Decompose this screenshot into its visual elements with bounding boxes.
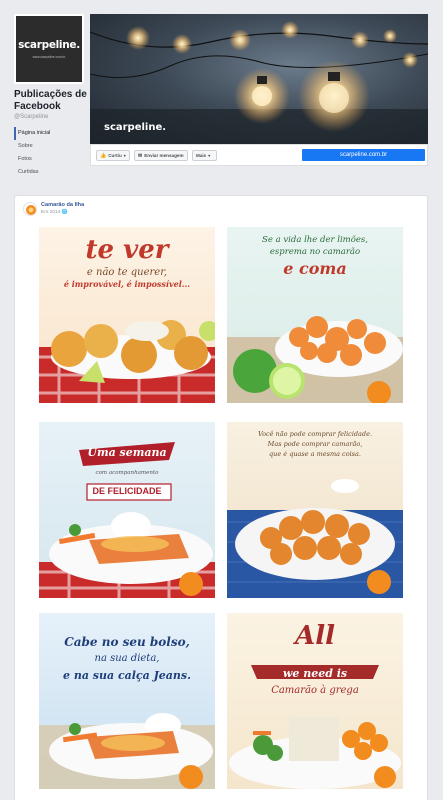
messenger-icon: ✉ <box>138 152 143 159</box>
photo-tile-felicidade[interactable]: Você não pode comprar felicidade. Mas po… <box>227 422 403 598</box>
tile-headline: Se a vida lhe der limões, <box>262 235 368 245</box>
tile-subline: e não te querer, <box>86 267 168 278</box>
tile-tagline: Camarão à grega <box>271 685 359 696</box>
tile-subline: na sua dieta, <box>94 653 160 664</box>
like-button-label: Curtiu <box>108 153 122 158</box>
more-button[interactable]: Mais ▾ <box>192 150 217 161</box>
side-nav-item-about[interactable]: Sobre <box>14 140 86 153</box>
tile-headline: Uma semana <box>87 446 167 459</box>
photo-tile-all-we-need[interactable]: All we need is Camarão à grega <box>227 613 403 789</box>
post-time-text: Em 2014 <box>41 210 61 215</box>
chevron-down-icon: ▾ <box>123 153 126 158</box>
tile-headline: Você não pode comprar felicidade. <box>257 430 373 438</box>
chevron-down-icon: ▾ <box>208 153 211 158</box>
like-button[interactable]: 👍 Curtiu ▾ <box>96 150 130 161</box>
post-author-avatar[interactable] <box>23 202 37 216</box>
tile-headline: te ver <box>85 235 169 265</box>
cover-photo[interactable]: scarpeline. <box>90 14 428 144</box>
globe-icon: 🌐 <box>61 210 68 215</box>
page-handle[interactable]: @Scarpeline <box>14 114 48 120</box>
shrimp-logo-icon <box>26 205 36 215</box>
photo-tile-te-ver[interactable]: te ver e não te querer, é improvável, é … <box>39 227 215 403</box>
tile-headline: Cabe no seu bolso, <box>64 635 190 649</box>
cover-logo-text: scarpeline. <box>104 122 167 133</box>
photo-tile-semana[interactable]: Uma semana com acompanhamento DE FELICID… <box>39 422 215 598</box>
side-nav-item-photos[interactable]: Fotos <box>14 153 86 166</box>
tile-tagline: DE FELICIDADE <box>92 486 162 496</box>
tile-tagline: e na sua calça Jeans. <box>63 669 191 682</box>
website-button[interactable]: scarpeline.com.br <box>302 149 425 161</box>
tile-tagline: que é quase a mesma coisa. <box>269 450 361 458</box>
logo-url: www.scarpeline.com.br <box>32 55 66 59</box>
send-message-button[interactable]: ✉ Enviar mensagem <box>134 150 188 161</box>
more-label: Mais <box>196 153 207 158</box>
tile-tagline: é improvável, é impossível... <box>63 279 191 289</box>
tile-subline: Mas pode comprar camarão, <box>267 440 363 448</box>
tile-subline: com acompanhamento <box>95 470 159 476</box>
page-profile-picture[interactable]: scarpeline. www.scarpeline.com.br <box>14 14 84 84</box>
tile-subline: esprema no camarão <box>269 247 361 257</box>
post-author-name[interactable]: Camarão da Ilha <box>41 202 84 208</box>
page-title[interactable]: Publicações de Facebook <box>14 89 94 113</box>
side-nav-item-likes[interactable]: Curtidas <box>14 166 86 179</box>
photo-tile-bolso[interactable]: Cabe no seu bolso, na sua dieta, e na su… <box>39 613 215 789</box>
logo-text: scarpeline. <box>18 39 80 51</box>
thumbs-up-icon: 👍 <box>100 152 107 159</box>
page-header: scarpeline. www.scarpeline.com.br Public… <box>0 0 443 188</box>
side-nav: Página inicial Sobre Fotos Curtidas <box>14 127 86 179</box>
post-card: Camarão da Ilha Em 2014 🌐 te ver e não t… <box>14 195 428 800</box>
side-nav-item-home[interactable]: Página inicial <box>14 127 86 140</box>
tile-tagline: e coma <box>283 259 347 278</box>
fried-shrimp-illustration <box>227 479 403 598</box>
tile-headline: All <box>295 621 335 651</box>
page-action-bar: 👍 Curtiu ▾ ✉ Enviar mensagem Mais ▾ scar… <box>90 144 428 166</box>
photo-tile-limoes[interactable]: Se a vida lhe der limões, esprema no cam… <box>227 227 403 403</box>
send-message-label: Enviar mensagem <box>144 153 184 158</box>
tile-subline: we need is <box>282 667 348 680</box>
post-timestamp[interactable]: Em 2014 🌐 <box>41 210 68 215</box>
